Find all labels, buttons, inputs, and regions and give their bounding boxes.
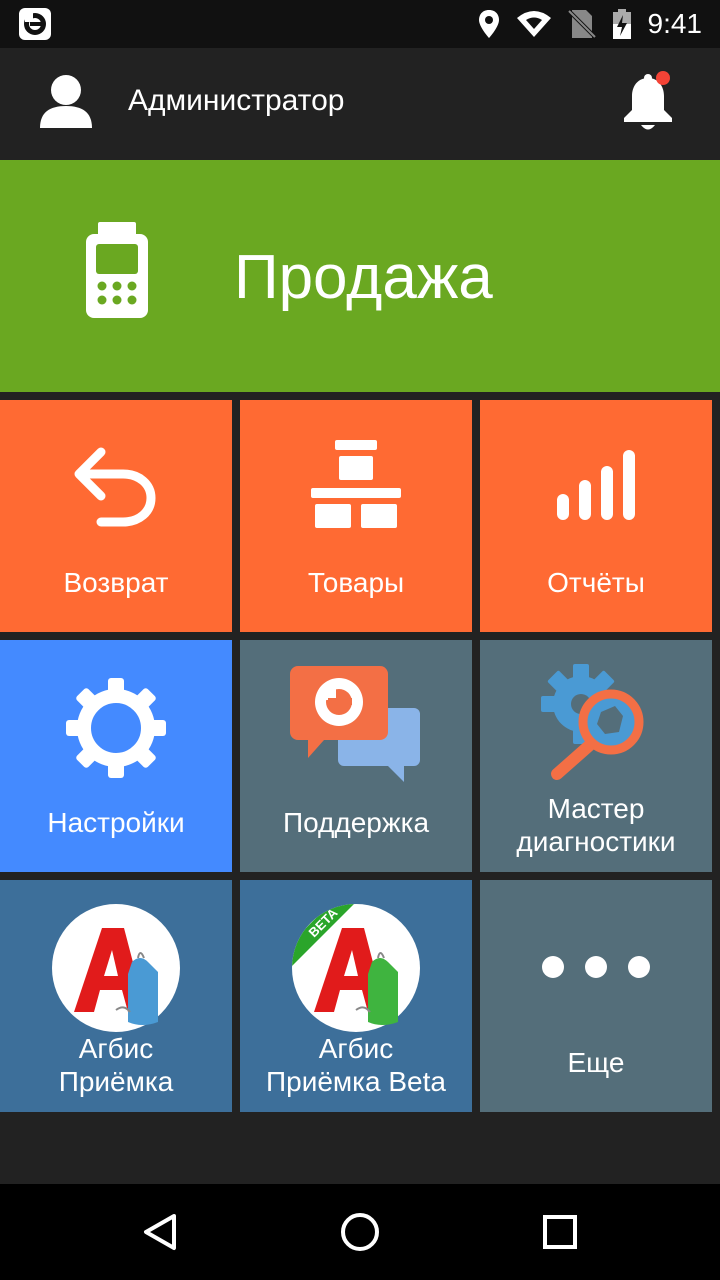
- agbis-logo-icon: [52, 904, 180, 1032]
- tile-agbis-label-line2: Приёмка: [58, 1066, 174, 1097]
- tile-settings[interactable]: Настройки: [0, 640, 232, 872]
- tile-reports-label: Отчёты: [547, 567, 645, 598]
- tile-return-label: Возврат: [63, 567, 169, 598]
- status-bar: 9:41: [0, 0, 720, 48]
- tile-agbis-label: Агбис Приёмка: [0, 1032, 232, 1098]
- tile-support-label: Поддержка: [282, 807, 430, 838]
- status-time: 9:41: [647, 8, 703, 39]
- recents-icon[interactable]: [538, 1210, 582, 1254]
- home-icon[interactable]: [338, 1210, 382, 1254]
- tile-agbis[interactable]: Агбис Приёмка: [0, 880, 232, 1112]
- return-arrow-icon: [74, 447, 156, 527]
- tile-return[interactable]: Возврат: [0, 400, 232, 632]
- tile-agbis-beta-label: Агбис Приёмка Beta: [240, 1032, 472, 1098]
- sale-tile[interactable]: Продажа: [0, 160, 720, 392]
- wifi-icon: [516, 11, 551, 37]
- status-icons: 9:41: [478, 0, 703, 48]
- diagnostics-magnifier-icon: [541, 664, 644, 780]
- user-name[interactable]: Администратор: [128, 84, 344, 118]
- chat-bubbles-icon: [290, 666, 420, 782]
- tile-diagnostics-label-line2: диагностики: [516, 826, 676, 857]
- location-icon: [478, 10, 499, 38]
- user-avatar-icon[interactable]: [38, 72, 94, 130]
- pos-terminal-icon: [86, 222, 148, 318]
- tile-settings-label: Настройки: [47, 807, 185, 838]
- tile-agbis-beta[interactable]: BETA Агбис Приёмка Beta: [240, 880, 472, 1112]
- agbis-beta-logo-icon: BETA: [292, 904, 420, 1032]
- no-sim-icon: [567, 9, 596, 39]
- back-icon[interactable]: [138, 1210, 182, 1254]
- evotor-logo-icon: [19, 8, 51, 40]
- tile-agbis-beta-label-line1: Агбис: [318, 1033, 394, 1064]
- tile-goods[interactable]: Товары: [240, 400, 472, 632]
- boxes-icon: [311, 440, 401, 528]
- notification-dot: [656, 71, 670, 85]
- bell-icon[interactable]: [620, 70, 676, 134]
- sale-label: Продажа: [234, 243, 493, 312]
- tile-diagnostics-label-line1: Мастер: [547, 793, 645, 824]
- tile-more-label: Еще: [567, 1047, 625, 1078]
- tile-diagnostics-label: Мастер диагностики: [480, 792, 712, 858]
- tile-more[interactable]: Еще: [480, 880, 712, 1112]
- tile-goods-label: Товары: [307, 567, 405, 598]
- battery-charging-icon: [612, 9, 631, 39]
- tile-support[interactable]: Поддержка: [240, 640, 472, 872]
- gear-icon: [66, 678, 166, 778]
- system-nav-bar: [0, 1184, 720, 1280]
- tile-agbis-label-line1: Агбис: [78, 1033, 154, 1064]
- more-dots-icon: [542, 956, 650, 978]
- tile-agbis-beta-label-line2: Приёмка Beta: [266, 1066, 446, 1097]
- tile-reports[interactable]: Отчёты: [480, 400, 712, 632]
- app-header: Администратор: [0, 48, 720, 160]
- tile-diagnostics[interactable]: Мастер диагностики: [480, 640, 712, 872]
- signal-bars-icon: [557, 450, 635, 520]
